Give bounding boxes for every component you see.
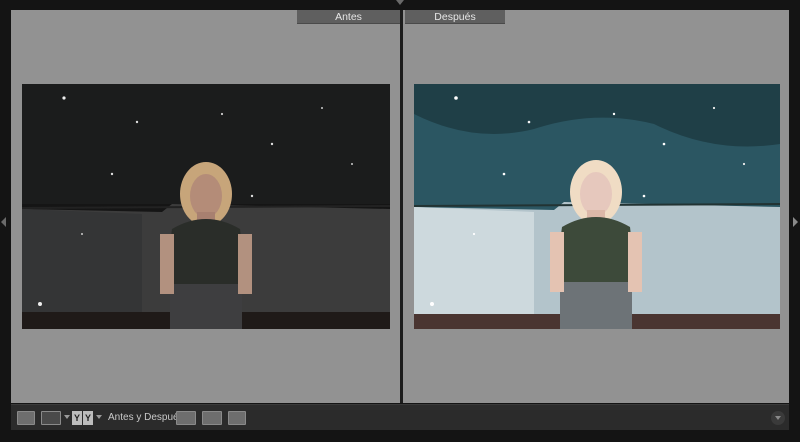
single-view-icon[interactable] [17,411,35,425]
after-photo[interactable] [414,84,780,329]
copy-before-to-after-icon[interactable] [176,411,196,425]
compare-view-icon[interactable] [41,411,61,425]
before-label: Antes [297,10,400,24]
before-after-label: Antes y Después: [108,412,187,423]
compare-view-dropdown-icon[interactable] [64,415,70,419]
before-pane: Antes [11,10,400,403]
swap-settings-icon[interactable] [228,411,246,425]
after-pane: Después [403,10,789,403]
top-panel-toggle-icon[interactable] [396,0,404,6]
copy-after-to-before-icon[interactable] [202,411,222,425]
compare-toolbar: Y Y Antes y Después: [11,404,789,430]
bottom-panel-toggle-icon[interactable] [396,435,404,441]
before-after-view-left-icon[interactable]: Y [72,411,82,425]
before-photo[interactable] [22,84,390,329]
after-label: Después [405,10,505,24]
right-panel-toggle-icon[interactable] [793,214,799,227]
toolbar-menu-icon[interactable] [771,411,785,425]
before-after-dropdown-icon[interactable] [96,415,102,419]
left-panel-toggle-icon[interactable] [1,214,7,227]
before-after-view-right-icon[interactable]: Y [83,411,93,425]
